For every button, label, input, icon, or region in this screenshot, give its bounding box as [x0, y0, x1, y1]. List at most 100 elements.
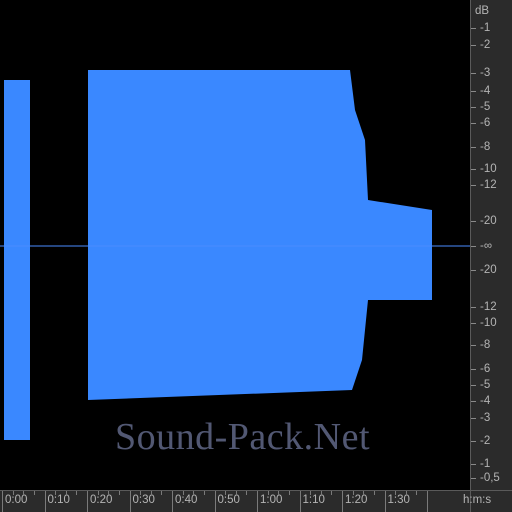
time-minor-tick [331, 491, 333, 495]
db-ruler: dB -1 -2 -3 -4 -5 -6 -8 -10 -12 -20 -∞ -20 -12 -10 -… [470, 0, 512, 490]
time-tick [299, 491, 301, 512]
time-minor-tick [193, 491, 195, 495]
time-minor-tick [161, 491, 163, 495]
db-label-upper: -3 [480, 67, 491, 79]
db-tick [471, 147, 476, 148]
time-tick [44, 491, 46, 512]
db-label-upper: -10 [480, 163, 497, 175]
db-label-lower: -3 [480, 412, 491, 424]
time-minor-tick [108, 491, 110, 495]
time-minor-tick [235, 491, 237, 495]
db-tick [471, 91, 476, 92]
db-tick [471, 345, 476, 346]
time-minor-tick [352, 491, 354, 495]
time-tick [384, 491, 386, 512]
time-ruler: 0:00 0:10 0:20 0:30 0:40 0:50 1:00 1:10 1:20 1:30 [0, 490, 470, 512]
db-tick [471, 221, 476, 222]
time-minor-tick [118, 491, 120, 495]
db-label-upper: -12 [480, 179, 497, 191]
time-label: 1:00 [260, 494, 283, 506]
db-label-lower: -10 [480, 317, 497, 329]
db-label-lower: -4 [480, 395, 491, 407]
db-label-lower: -0,5 [480, 472, 500, 484]
time-minor-tick [12, 491, 14, 495]
time-label: 1:30 [387, 494, 410, 506]
time-tick [87, 491, 88, 512]
db-tick [471, 464, 476, 465]
time-label: 1:20 [345, 494, 368, 506]
time-minor-tick [140, 491, 142, 495]
time-label: 0:50 [217, 494, 240, 506]
time-label: 0:00 [5, 494, 28, 506]
db-label-lower: -20 [480, 264, 497, 276]
time-minor-tick [76, 491, 78, 495]
time-tick [214, 491, 216, 512]
db-tick [471, 307, 476, 308]
db-label-lower: -2 [480, 435, 491, 447]
time-minor-tick [246, 491, 248, 495]
time-minor-tick [97, 491, 99, 495]
time-minor-tick [225, 491, 227, 495]
db-label-lower: -6 [480, 363, 491, 375]
db-label-lower: -12 [480, 301, 497, 313]
time-tick [172, 491, 173, 512]
db-label-lower: -5 [480, 379, 491, 391]
time-tick [427, 491, 428, 512]
time-label: 0:30 [132, 494, 155, 506]
db-label-upper: -2 [480, 39, 491, 51]
db-tick [471, 28, 476, 29]
db-tick [471, 401, 476, 402]
time-minor-tick [373, 491, 375, 495]
db-tick [471, 123, 476, 124]
time-tick [342, 491, 343, 512]
time-minor-tick [23, 491, 25, 495]
time-label: 1:10 [302, 494, 325, 506]
db-label-lower: -8 [480, 339, 491, 351]
time-minor-tick [150, 491, 152, 495]
time-minor-tick [203, 491, 205, 495]
db-tick [471, 323, 476, 324]
db-tick [471, 185, 476, 186]
db-tick [471, 73, 476, 74]
time-label: 0:20 [90, 494, 113, 506]
db-label-upper: -20 [480, 215, 497, 227]
time-tick [2, 491, 3, 512]
time-minor-tick [55, 491, 57, 495]
db-label-upper: -8 [480, 141, 491, 153]
db-tick [471, 478, 476, 479]
time-minor-tick [267, 491, 269, 495]
time-minor-tick [395, 491, 397, 495]
db-tick [471, 169, 476, 170]
time-label: 0:10 [47, 494, 70, 506]
db-tick [471, 45, 476, 46]
db-label-lower: -1 [480, 458, 491, 470]
db-tick [471, 369, 476, 370]
time-minor-tick [310, 491, 312, 495]
db-unit-label: dB [475, 5, 490, 17]
time-label: 0:40 [175, 494, 198, 506]
db-label-upper: -4 [480, 85, 491, 97]
db-tick [471, 418, 476, 419]
db-label-upper: -5 [480, 101, 491, 113]
time-minor-tick [405, 491, 407, 495]
time-minor-tick [288, 491, 290, 495]
time-minor-tick [278, 491, 280, 495]
time-unit-label: h:m:s [463, 494, 492, 506]
db-label-upper: -6 [480, 117, 491, 129]
time-tick [257, 491, 258, 512]
db-label-center: -∞ [480, 240, 493, 252]
db-tick [471, 385, 476, 386]
time-minor-tick [182, 491, 184, 495]
watermark: Sound-Pack.Net [115, 416, 371, 458]
time-unit-corner: h:m:s [463, 490, 512, 512]
time-minor-tick [320, 491, 322, 495]
db-tick [471, 441, 476, 442]
time-minor-tick [363, 491, 365, 495]
time-minor-tick [33, 491, 35, 495]
db-tick [471, 270, 476, 271]
db-tick [471, 107, 476, 108]
time-minor-tick [65, 491, 67, 495]
db-label-upper: -1 [480, 22, 491, 34]
time-minor-tick [416, 491, 418, 495]
time-tick [129, 491, 131, 512]
